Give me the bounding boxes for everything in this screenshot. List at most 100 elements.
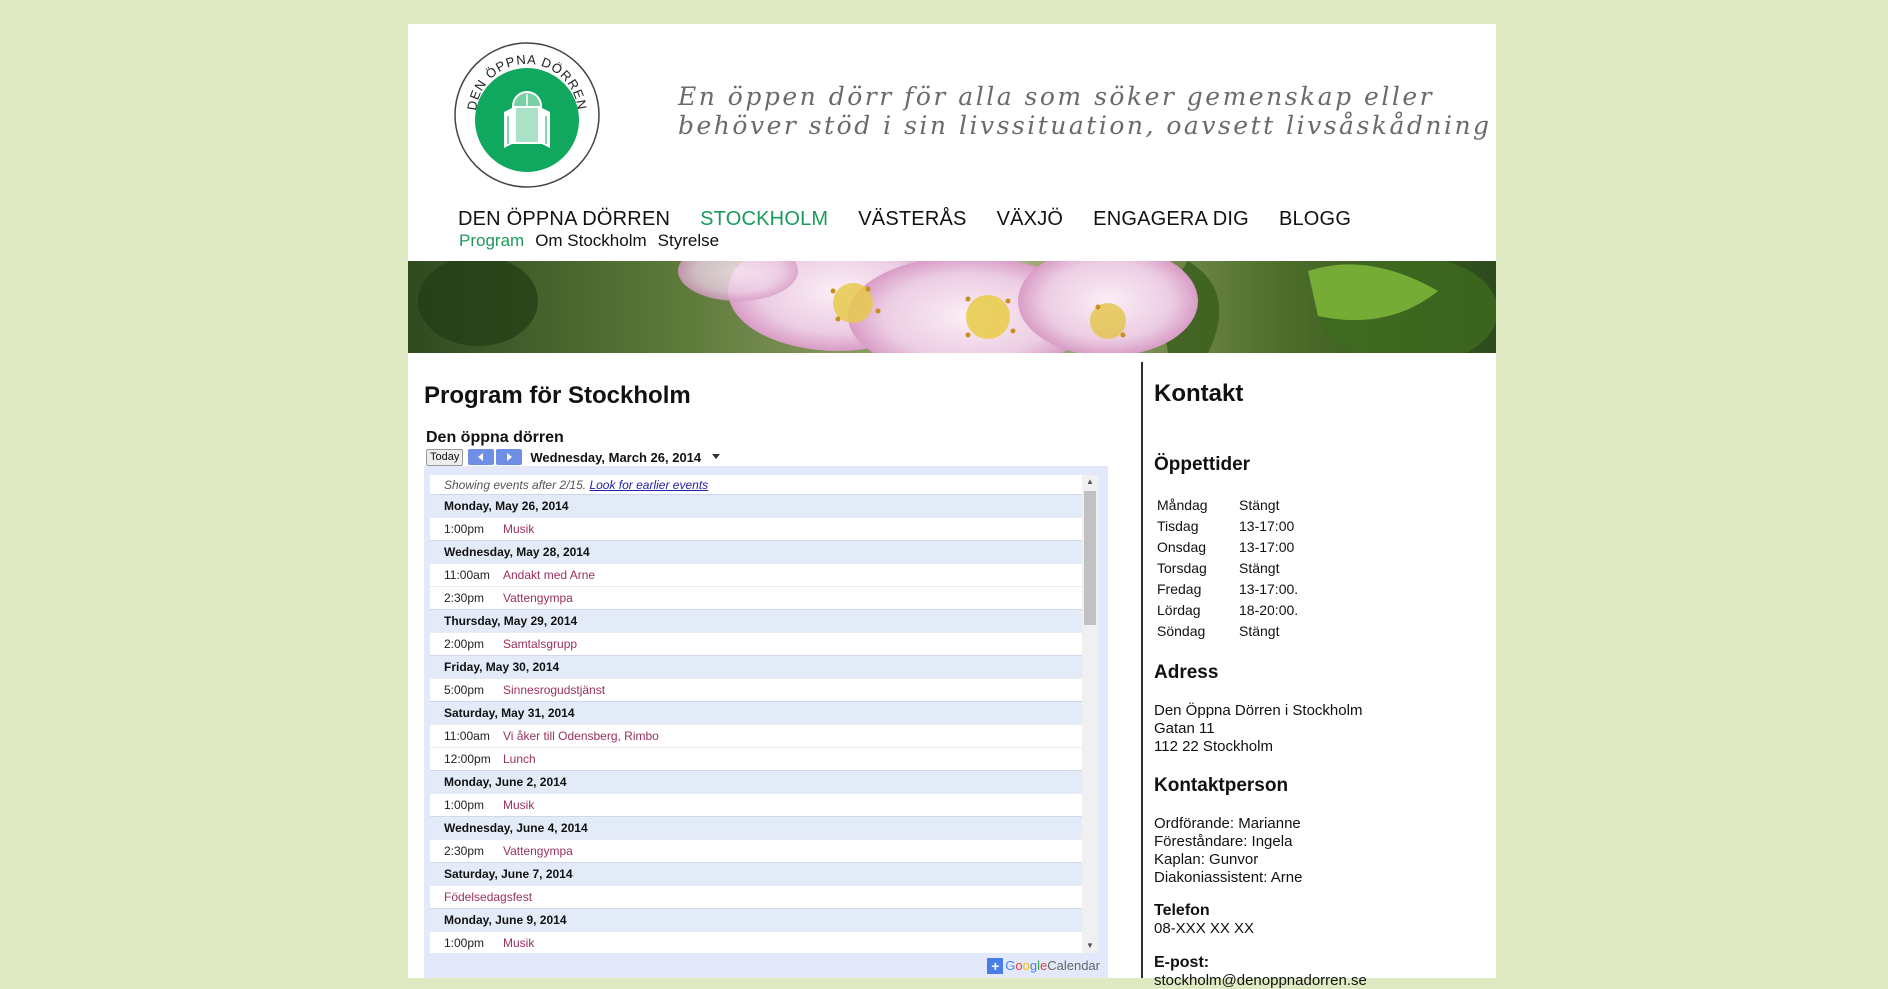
event-title-link[interactable]: Musik <box>503 936 534 950</box>
hours-day: Tisdag <box>1157 517 1199 534</box>
calendar-day-header: Thursday, May 29, 2014 <box>430 609 1082 632</box>
event-time: 5:00pm <box>444 683 485 697</box>
calendar-day-header: Monday, June 9, 2014 <box>430 908 1082 931</box>
calendar-event-row[interactable]: 5:00pm Sinnesrogudstjänst <box>430 678 1082 701</box>
subnav-item-program[interactable]: Program <box>459 231 524 251</box>
tagline-line-2: behöver stöd i sin livssituation, oavset… <box>678 111 1492 140</box>
hours-time: 13-17:00. <box>1239 580 1299 597</box>
event-title-link[interactable]: Musik <box>503 798 534 812</box>
email-address[interactable]: stockholm@denoppnadorren.se <box>1154 972 1367 989</box>
hours-day: Måndag <box>1157 496 1208 513</box>
calendar-day-header: Friday, May 30, 2014 <box>430 655 1082 678</box>
calendar-event-row[interactable]: 2:30pm Vattengympa <box>430 586 1082 609</box>
tagline: En öppen dörr för alla som söker gemensk… <box>678 82 1492 140</box>
contact-line: Diakoniassistent: Arne <box>1154 869 1303 886</box>
tagline-line-1: En öppen dörr för alla som söker gemensk… <box>678 82 1435 111</box>
hours-day: Söndag <box>1157 622 1206 639</box>
nav-item-engagera-dig[interactable]: ENGAGERA DIG <box>1093 208 1249 231</box>
chevron-right-icon <box>507 453 513 461</box>
calendar-event-row[interactable]: 11:00am Vi åker till Odensberg, Rimbo <box>430 724 1082 747</box>
hours-day: Onsdag <box>1157 538 1207 555</box>
calendar-event-list[interactable]: Showing events after 2/15. Look for earl… <box>430 475 1082 953</box>
event-title-link[interactable]: Sinnesrogudstjänst <box>503 683 605 697</box>
event-time: 12:00pm <box>444 752 491 766</box>
hours-row: Fredag 13-17:00. <box>1155 578 1298 599</box>
earlier-events-link[interactable]: Look for earlier events <box>589 478 708 492</box>
calendar-event-row[interactable]: 1:00pm Musik <box>430 517 1082 540</box>
add-calendar-icon[interactable]: + <box>987 957 1004 974</box>
column-divider <box>1141 362 1143 978</box>
prev-button[interactable] <box>468 449 495 465</box>
scrollbar-thumb[interactable] <box>1084 491 1096 625</box>
hours-day: Torsdag <box>1157 559 1207 576</box>
calendar-event-row[interactable]: 11:00am Andakt med Arne <box>430 563 1082 586</box>
event-title-link[interactable]: Samtalsgrupp <box>503 637 577 651</box>
calendar-event-row[interactable]: 12:00pm Lunch <box>430 747 1082 770</box>
main-nav: DEN ÖPPNA DÖRREN STOCKHOLM VÄSTERÅS VÄXJ… <box>458 208 1381 231</box>
subnav-item-styrelse[interactable]: Styrelse <box>658 231 719 251</box>
event-title-link[interactable]: Musik <box>503 522 534 536</box>
nav-item-vaxjo[interactable]: VÄXJÖ <box>997 208 1064 231</box>
nav-item-blogg[interactable]: BLOGG <box>1279 208 1351 231</box>
calendar-scrollbar[interactable]: ▲ ▼ <box>1082 475 1098 953</box>
nav-item-stockholm[interactable]: STOCKHOLM <box>700 208 828 231</box>
date-dropdown[interactable] <box>711 448 721 466</box>
event-title-link[interactable]: Lunch <box>503 752 536 766</box>
page-title: Program för Stockholm <box>424 382 691 409</box>
logo[interactable]: DEN ÖPPNA DÖRREN <box>454 42 600 188</box>
google-logo-text: Google <box>1005 958 1048 973</box>
calendar-event-row[interactable]: Födelsedagsfest <box>430 885 1082 908</box>
event-time: 2:00pm <box>444 637 485 651</box>
nav-item-vasteras[interactable]: VÄSTERÅS <box>858 208 966 231</box>
calendar-toolbar: Today Wednesday, March 26, 2014 <box>426 448 721 466</box>
email-label: E-post: <box>1154 954 1210 971</box>
hours-time: 18-20:00. <box>1239 601 1299 618</box>
phone-label: Telefon <box>1154 902 1210 919</box>
calendar-day-header: Saturday, May 31, 2014 <box>430 701 1082 724</box>
calendar-event-row[interactable]: 1:00pm Musik <box>430 793 1082 816</box>
event-time: 2:30pm <box>444 844 485 858</box>
event-time: 1:00pm <box>444 798 485 812</box>
hours-row: Lördag 18-20:00. <box>1155 599 1298 620</box>
contact-person-block: Ordförande: Marianne Föreståndare: Ingel… <box>1154 815 1302 887</box>
calendar-day-header: Wednesday, May 28, 2014 <box>430 540 1082 563</box>
calendar-name: Den öppna dörren <box>426 429 564 446</box>
hours-day: Lördag <box>1157 601 1201 618</box>
calendar-event-row[interactable]: 1:00pm Musik <box>430 931 1082 953</box>
banner-image <box>408 261 1496 353</box>
subnav-item-om-stockholm[interactable]: Om Stockholm <box>535 231 646 251</box>
google-calendar-badge[interactable]: + Google Calendar <box>987 957 1100 974</box>
address-line: 112 22 Stockholm <box>1154 738 1273 755</box>
event-title-link[interactable]: Andakt med Arne <box>503 568 595 582</box>
hours-time: Stängt <box>1239 496 1280 513</box>
calendar-event-row[interactable]: 2:00pm Samtalsgrupp <box>430 632 1082 655</box>
current-date: Wednesday, March 26, 2014 <box>530 449 702 465</box>
event-title-link[interactable]: Vattengympa <box>503 591 573 605</box>
chevron-down-icon <box>712 454 721 459</box>
today-button[interactable]: Today <box>426 448 464 466</box>
contact-line: Föreståndare: Ingela <box>1154 833 1293 850</box>
nav-item-den-oppna-dorren[interactable]: DEN ÖPPNA DÖRREN <box>458 208 670 231</box>
sidebar-title: Kontakt <box>1154 380 1244 407</box>
page-container: DEN ÖPPNA DÖRREN En öppen dörr för alla … <box>408 24 1496 989</box>
event-title-link[interactable]: Födelsedagsfest <box>444 890 532 904</box>
event-time: 11:00am <box>444 568 490 582</box>
calendar-day-header: Wednesday, June 4, 2014 <box>430 816 1082 839</box>
calendar-event-row[interactable]: 2:30pm Vattengympa <box>430 839 1082 862</box>
event-title-link[interactable]: Vi åker till Odensberg, Rimbo <box>503 729 659 743</box>
contact-sidebar: Kontakt Öppettider Måndag Stängt Tisdag 13-… <box>1154 380 1484 989</box>
next-button[interactable] <box>496 449 523 465</box>
hours-time: Stängt <box>1239 622 1280 639</box>
event-time: 11:00am <box>444 729 490 743</box>
door-logo-icon: DEN ÖPPNA DÖRREN <box>454 42 600 188</box>
hours-time: 13-17:00 <box>1239 517 1295 534</box>
calendar-day-header: Saturday, June 7, 2014 <box>430 862 1082 885</box>
calendar-label: Calendar <box>1047 958 1100 973</box>
chevron-left-icon <box>478 453 484 461</box>
hours-row: Tisdag 13-17:00 <box>1155 515 1298 536</box>
scroll-up-icon[interactable]: ▲ <box>1082 475 1098 489</box>
calendar-rows: Monday, May 26, 2014 1:00pm Musik Wednesday… <box>430 494 1082 953</box>
contact-line: Ordförande: Marianne <box>1154 815 1301 832</box>
scroll-down-icon[interactable]: ▼ <box>1082 939 1098 953</box>
event-title-link[interactable]: Vattengympa <box>503 844 573 858</box>
